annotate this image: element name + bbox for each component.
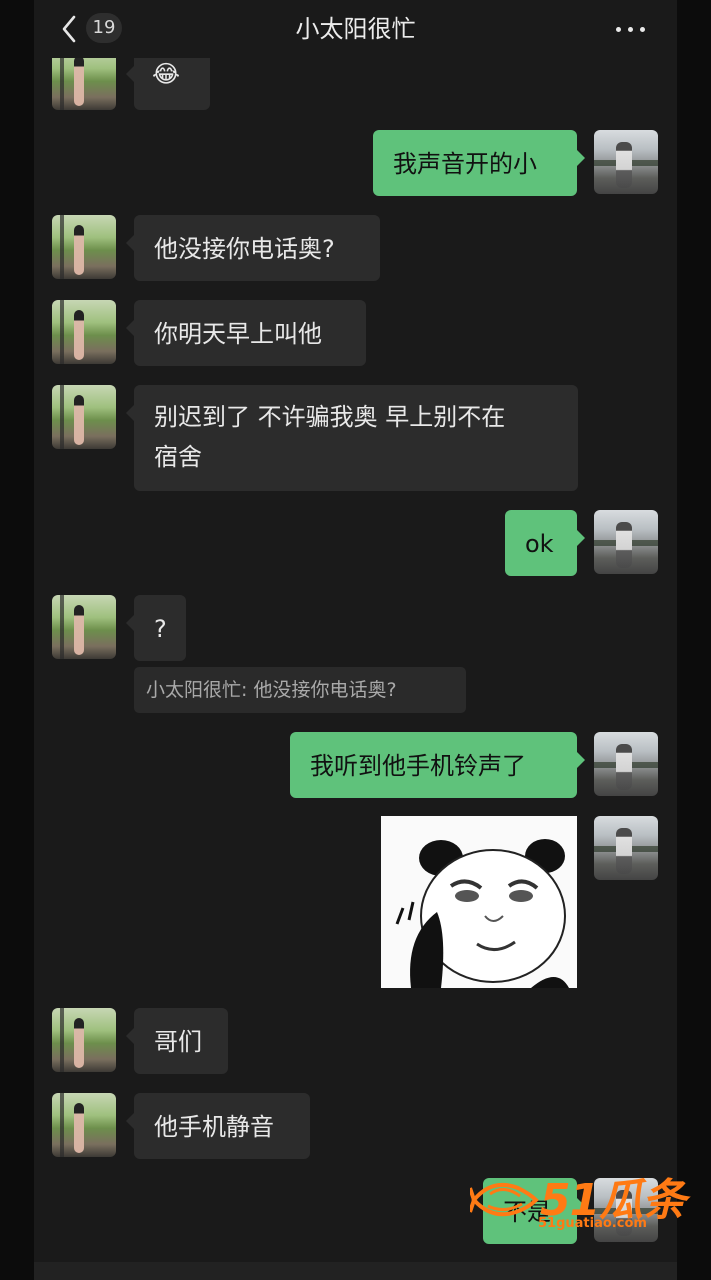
message-bubble-incoming[interactable]: 你明天早上叫他 bbox=[126, 300, 366, 366]
message-text: 哥们 bbox=[154, 1028, 202, 1056]
message-bubble-incoming[interactable]: 别迟到了 不许骗我奥 早上别不在 宿舍 bbox=[126, 385, 578, 491]
contact-avatar[interactable] bbox=[52, 595, 116, 659]
message-text-line: 别迟到了 不许骗我奥 早上别不在 bbox=[154, 403, 506, 431]
contact-avatar[interactable] bbox=[52, 385, 116, 449]
watermark-url: 51guatiao.com bbox=[538, 1216, 647, 1231]
message-bubble-incoming[interactable]: 他手机静音 bbox=[126, 1093, 310, 1159]
input-bar-edge bbox=[34, 1262, 677, 1280]
quoted-reply[interactable]: 小太阳很忙: 他没接你电话奥? bbox=[134, 667, 466, 713]
watermark-logo: 51瓜条 51guatiao.com bbox=[470, 1170, 700, 1240]
fish-logo-icon bbox=[470, 1183, 539, 1217]
message-text: 他手机静音 bbox=[154, 1113, 274, 1141]
contact-avatar[interactable] bbox=[52, 215, 116, 279]
message-bubble-incoming[interactable]: ? bbox=[126, 595, 186, 661]
message-text: ok bbox=[525, 530, 554, 558]
message-bubble-outgoing[interactable]: 我听到他手机铃声了 bbox=[290, 732, 585, 798]
chat-header: 19 小太阳很忙 bbox=[34, 0, 677, 58]
message-text: 我听到他手机铃声了 bbox=[310, 752, 526, 780]
back-button[interactable] bbox=[54, 11, 90, 47]
chat-screen: 19 小太阳很忙 😂 我声音开的小 他没接你电话奥? 你明天早上叫他 别迟到了 … bbox=[34, 0, 677, 1280]
emoji-laugh-cry: 😂 bbox=[152, 60, 181, 88]
my-avatar[interactable] bbox=[594, 732, 658, 796]
my-avatar[interactable] bbox=[594, 816, 658, 880]
message-bubble-outgoing[interactable]: ok bbox=[505, 510, 585, 576]
chat-title: 小太阳很忙 bbox=[295, 15, 416, 43]
message-bubble-outgoing[interactable]: 我声音开的小 bbox=[373, 130, 585, 196]
more-button[interactable] bbox=[613, 17, 649, 41]
more-dots-icon bbox=[616, 27, 621, 32]
contact-avatar[interactable] bbox=[52, 1093, 116, 1157]
contact-avatar[interactable] bbox=[52, 300, 116, 364]
message-text-line: 宿舍 bbox=[154, 443, 202, 471]
message-bubble-incoming[interactable]: 哥们 bbox=[126, 1008, 228, 1074]
unread-count-badge[interactable]: 19 bbox=[86, 13, 122, 43]
my-avatar[interactable] bbox=[594, 510, 658, 574]
message-bubble-incoming[interactable]: 他没接你电话奥? bbox=[126, 215, 380, 281]
contact-avatar[interactable] bbox=[52, 1008, 116, 1072]
message-text: ? bbox=[154, 615, 167, 643]
my-avatar[interactable] bbox=[594, 130, 658, 194]
chevron-left-icon bbox=[62, 15, 76, 43]
message-text: 我声音开的小 bbox=[393, 150, 537, 178]
message-text: 你明天早上叫他 bbox=[154, 320, 322, 348]
panda-meme-sticker[interactable] bbox=[381, 816, 577, 988]
message-text: 他没接你电话奥? bbox=[154, 235, 335, 263]
